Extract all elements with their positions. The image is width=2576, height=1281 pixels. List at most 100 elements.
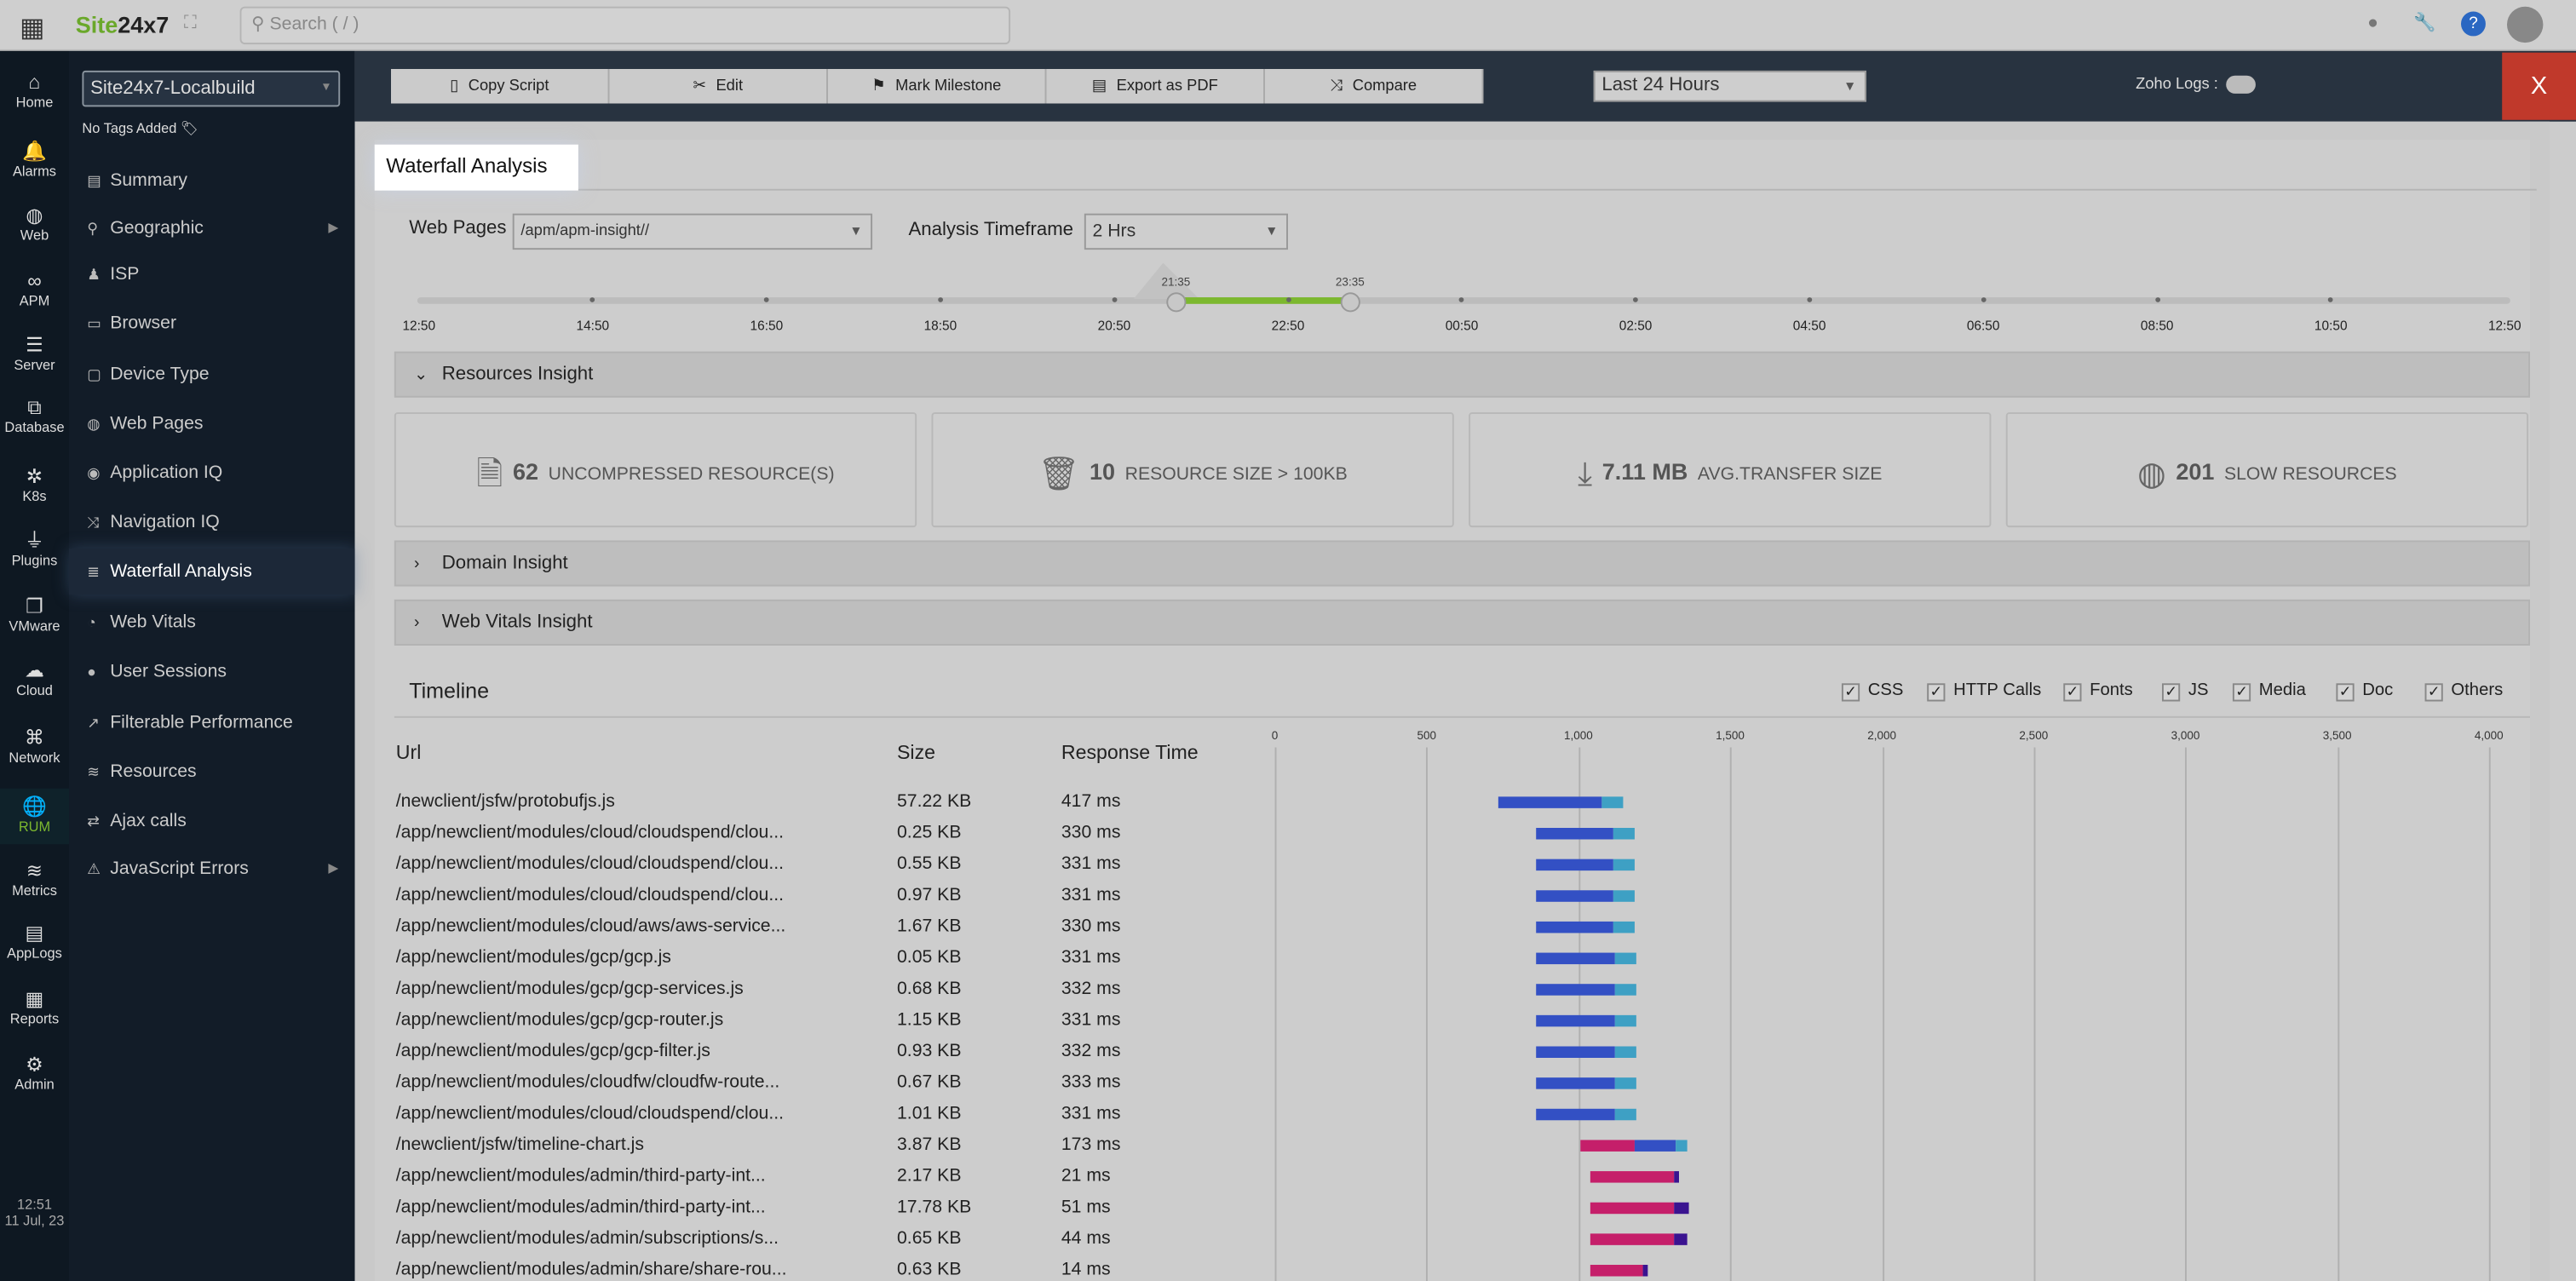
waterfall-bar-pink[interactable]: [1590, 1202, 1675, 1215]
compare-button[interactable]: ⤨ Compare: [1264, 68, 1484, 104]
waterfall-bar-purple[interactable]: [1674, 1233, 1687, 1245]
rail-item-network[interactable]: ⌘ Network: [0, 726, 69, 765]
filter-others[interactable]: ✓ Others: [2424, 680, 2503, 702]
waterfall-bar-blue[interactable]: [1535, 984, 1614, 996]
insight-card[interactable]: ⤓ 7.11 MB AVG.TRANSFER SIZE: [1469, 412, 1992, 528]
table-row[interactable]: /app/newclient/modules/cloud/cloudspend/…: [396, 881, 1283, 912]
table-row[interactable]: /app/newclient/modules/cloud/cloudspend/…: [396, 1099, 1283, 1130]
rail-item-vmware[interactable]: ❐ VMware: [0, 595, 69, 634]
zoho-logs-toggle[interactable]: [2226, 75, 2256, 94]
rail-item-admin[interactable]: ⚙ Admin: [0, 1053, 69, 1092]
insight-card[interactable]: 🗑 10 RESOURCE SIZE > 100KB: [931, 412, 1454, 528]
waterfall-bar-purple[interactable]: [1674, 1202, 1688, 1215]
copy-script-button[interactable]: ▯ Copy Script: [390, 68, 610, 104]
waterfall-bar-blue[interactable]: [1535, 1014, 1614, 1027]
table-row[interactable]: /app/newclient/modules/admin/share/share…: [396, 1255, 1283, 1281]
brand-logo[interactable]: Site24x7: [76, 11, 170, 37]
waterfall-bar-cyan[interactable]: [1613, 1108, 1636, 1121]
tags-label[interactable]: No Tags Added 🏷: [82, 120, 198, 138]
mark-milestone-button[interactable]: ⚑ Mark Milestone: [827, 68, 1047, 104]
sidebar-item-javascript-errors[interactable]: ⚠ JavaScript Errors ▶: [69, 846, 355, 892]
insight-card[interactable]: 🗎 62 UNCOMPRESSED RESOURCE(S): [394, 412, 917, 528]
filter-js[interactable]: ✓ JS: [2161, 680, 2209, 702]
checkbox[interactable]: ✓: [1841, 683, 1860, 702]
rail-item-k8s[interactable]: ✲ K8s: [0, 465, 69, 504]
sidebar-item-navigation-iq[interactable]: ⤨ Navigation IQ: [69, 499, 355, 545]
table-row[interactable]: /app/newclient/modules/admin/third-party…: [396, 1192, 1283, 1224]
wrench-icon[interactable]: 🔧: [2413, 11, 2435, 32]
period-select[interactable]: Last 24 Hours ▼: [1593, 70, 1866, 102]
column-size[interactable]: Size: [897, 741, 935, 764]
table-row[interactable]: /app/newclient/modules/gcp/gcp-router.js…: [396, 1005, 1283, 1037]
waterfall-bar-cyan[interactable]: [1613, 827, 1636, 840]
table-row[interactable]: /app/newclient/modules/gcp/gcp-services.…: [396, 974, 1283, 1006]
web-page-select[interactable]: /apm/apm-insight// ▼: [512, 213, 873, 250]
checkbox[interactable]: ✓: [2161, 683, 2181, 702]
waterfall-bar-purple[interactable]: [1642, 1264, 1647, 1277]
column-response-time[interactable]: Response Time: [1061, 741, 1199, 764]
waterfall-bar-cyan[interactable]: [1613, 890, 1636, 902]
table-row[interactable]: /newclient/jsfw/protobufjs.js 57.22 KB 417…: [396, 787, 1283, 819]
table-row[interactable]: /app/newclient/modules/gcp/gcp.js 0.05 KB…: [396, 943, 1283, 974]
waterfall-bar-cyan[interactable]: [1613, 1046, 1636, 1058]
waterfall-bar-blue[interactable]: [1535, 1046, 1614, 1058]
checkbox[interactable]: ✓: [1927, 683, 1946, 702]
rail-item-alarms[interactable]: 🔔 Alarms: [0, 140, 69, 179]
sidebar-item-filterable-performance[interactable]: ↗ Filterable Performance: [69, 700, 355, 746]
rail-item-database[interactable]: ⧉ Database: [0, 396, 69, 435]
range-handle-end[interactable]: [1340, 292, 1360, 313]
sidebar-item-application-iq[interactable]: ◉ Application IQ: [69, 450, 355, 496]
table-row[interactable]: /app/newclient/modules/cloudfw/cloudfw-r…: [396, 1068, 1283, 1100]
waterfall-bar-pink[interactable]: [1590, 1233, 1675, 1245]
monitor-select[interactable]: Site24x7-Localbuild ▼: [82, 70, 341, 107]
waterfall-bar-cyan[interactable]: [1613, 984, 1636, 996]
domain-insight-header[interactable]: › Domain Insight: [394, 540, 2530, 587]
filter-fonts[interactable]: ✓ Fonts: [2063, 680, 2133, 702]
filter-http-calls[interactable]: ✓ HTTP Calls: [1927, 680, 2041, 702]
waterfall-bar-cyan[interactable]: [1601, 796, 1624, 808]
waterfall-bar-blue[interactable]: [1535, 859, 1614, 871]
waterfall-bar-pink[interactable]: [1580, 1140, 1636, 1152]
table-row[interactable]: /app/newclient/modules/cloud/cloudspend/…: [396, 818, 1283, 849]
sidebar-item-geographic[interactable]: ⚲ Geographic ▶: [69, 205, 355, 251]
table-row[interactable]: /app/newclient/modules/cloud/cloudspend/…: [396, 849, 1283, 881]
timeline-selected-range[interactable]: [1176, 297, 1351, 304]
checkbox[interactable]: ✓: [2336, 683, 2355, 702]
checkbox[interactable]: ✓: [2424, 683, 2443, 702]
sidebar-item-browser[interactable]: ▭ Browser: [69, 301, 355, 347]
sidebar-item-summary[interactable]: ▤ Summary: [69, 158, 355, 204]
rail-item-plugins[interactable]: ⏚ Plugins: [0, 529, 69, 568]
sidebar-item-resources[interactable]: ≋ Resources: [69, 749, 355, 795]
rail-item-applogs[interactable]: ▤ AppLogs: [0, 922, 69, 961]
app-grid-icon[interactable]: ▦: [20, 11, 44, 44]
export-as-pdf-button[interactable]: ▤ Export as PDF: [1046, 68, 1265, 104]
table-row[interactable]: /app/newclient/modules/admin/third-party…: [396, 1161, 1283, 1192]
waterfall-bar-cyan[interactable]: [1614, 1077, 1637, 1089]
table-row[interactable]: /app/newclient/modules/admin/subscriptio…: [396, 1224, 1283, 1255]
waterfall-bar-blue[interactable]: [1635, 1140, 1676, 1152]
web-vitals-insight-header[interactable]: › Web Vitals Insight: [394, 599, 2530, 646]
rail-item-web[interactable]: ◍ Web: [0, 204, 69, 243]
rail-item-cloud[interactable]: ☁ Cloud: [0, 658, 69, 698]
waterfall-bar-blue[interactable]: [1535, 1108, 1614, 1121]
table-row[interactable]: /newclient/jsfw/timeline-chart.js 3.87 KB…: [396, 1130, 1283, 1162]
sidebar-item-ajax-calls[interactable]: ⇄ Ajax calls: [69, 798, 355, 844]
resources-insight-header[interactable]: ⌄ Resources Insight: [394, 351, 2530, 398]
waterfall-bar-blue[interactable]: [1498, 796, 1601, 808]
avatar[interactable]: [2506, 6, 2544, 43]
rail-item-metrics[interactable]: ≋ Metrics: [0, 859, 69, 899]
insight-card[interactable]: ◍ 201 SLOW RESOURCES: [2005, 412, 2529, 528]
checkbox[interactable]: ✓: [2063, 683, 2082, 702]
search-input[interactable]: ⚲ Search ( / ): [239, 6, 1011, 45]
timeframe-select[interactable]: 2 Hrs ▼: [1084, 213, 1288, 250]
waterfall-bar-purple[interactable]: [1674, 1171, 1679, 1183]
range-handle-start[interactable]: [1166, 292, 1187, 313]
filter-doc[interactable]: ✓ Doc: [2336, 680, 2393, 702]
waterfall-bar-cyan[interactable]: [1613, 921, 1636, 933]
rail-item-reports[interactable]: ▦ Reports: [0, 987, 69, 1026]
sidebar-item-web-pages[interactable]: ◍ Web Pages: [69, 401, 355, 447]
close-button[interactable]: X: [2502, 52, 2576, 120]
waterfall-bar-cyan[interactable]: [1613, 952, 1636, 965]
sidebar-item-user-sessions[interactable]: ● User Sessions: [69, 649, 355, 695]
table-row[interactable]: /app/newclient/modules/cloud/aws/aws-ser…: [396, 911, 1283, 943]
